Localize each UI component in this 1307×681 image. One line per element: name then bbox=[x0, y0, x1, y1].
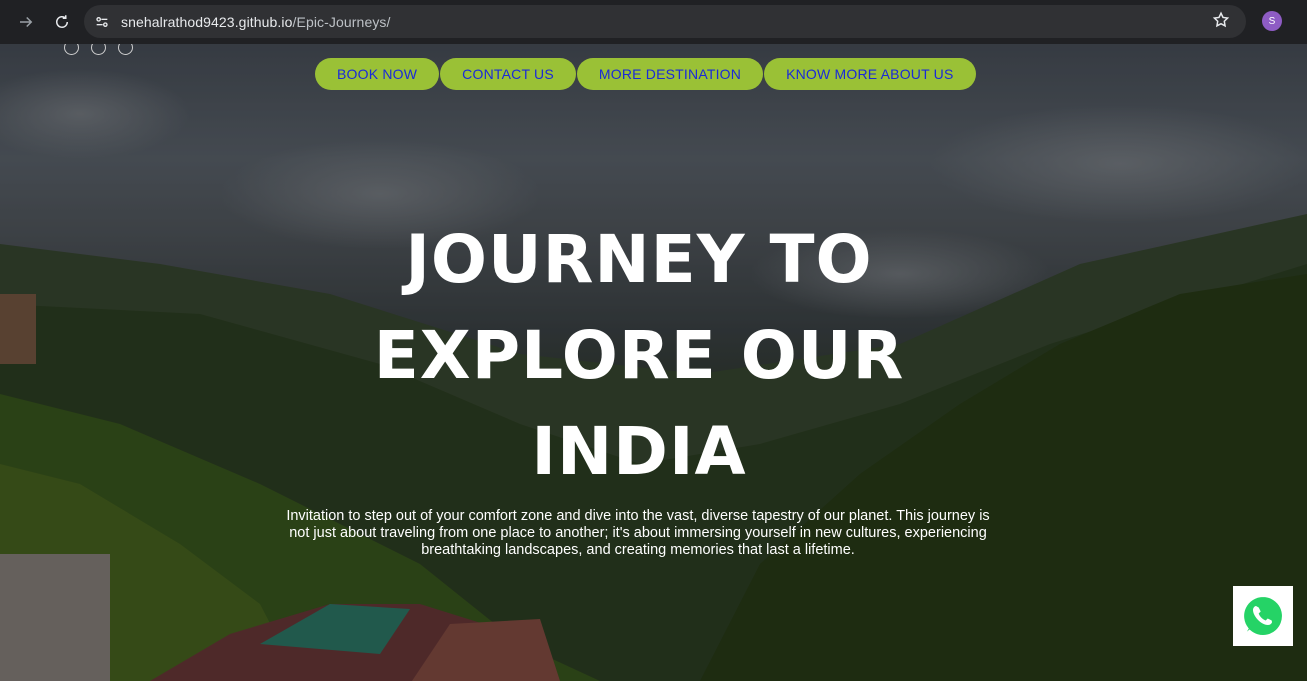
profile-initial: S bbox=[1268, 15, 1276, 27]
carousel-dot[interactable] bbox=[118, 44, 133, 55]
url-text[interactable]: snehalrathod9423.github.io/Epic-Journeys… bbox=[121, 14, 391, 30]
know-more-about-us-button[interactable]: KNOW MORE ABOUT US bbox=[764, 58, 976, 90]
forward-arrow-icon[interactable] bbox=[12, 8, 40, 36]
carousel-dots bbox=[64, 44, 133, 55]
main-nav: BOOK NOW CONTACT US MORE DESTINATION KNO… bbox=[315, 58, 976, 90]
hero-description: Invitation to step out of your comfort z… bbox=[286, 508, 990, 558]
profile-avatar[interactable]: S bbox=[1262, 11, 1282, 31]
book-now-button[interactable]: BOOK NOW bbox=[315, 58, 440, 90]
hero-title-line: EXPLORE OUR bbox=[373, 317, 905, 394]
site-settings-icon[interactable] bbox=[89, 9, 115, 35]
contact-us-button[interactable]: CONTACT US bbox=[440, 58, 576, 90]
whatsapp-icon bbox=[1242, 594, 1284, 637]
carousel-dot[interactable] bbox=[64, 44, 79, 55]
hero-title-line: INDIA bbox=[531, 413, 747, 490]
address-bar[interactable]: snehalrathod9423.github.io/Epic-Journeys… bbox=[84, 5, 1246, 38]
more-destination-button[interactable]: MORE DESTINATION bbox=[576, 58, 764, 90]
url-host: snehalrathod9423.github.io bbox=[121, 13, 293, 30]
browser-toolbar: snehalrathod9423.github.io/Epic-Journeys… bbox=[0, 0, 1307, 44]
hero-title-line: JOURNEY TO bbox=[405, 221, 873, 298]
carousel-dot[interactable] bbox=[91, 44, 106, 55]
whatsapp-button[interactable] bbox=[1233, 586, 1293, 646]
url-path: /Epic-Journeys/ bbox=[292, 13, 391, 30]
bookmark-star-icon[interactable] bbox=[1212, 11, 1232, 31]
hero-title: JOURNEY TO EXPLORE OUR INDIA bbox=[0, 212, 1278, 500]
reload-icon[interactable] bbox=[48, 8, 76, 36]
hero-section: BOOK NOW CONTACT US MORE DESTINATION KNO… bbox=[0, 44, 1307, 681]
